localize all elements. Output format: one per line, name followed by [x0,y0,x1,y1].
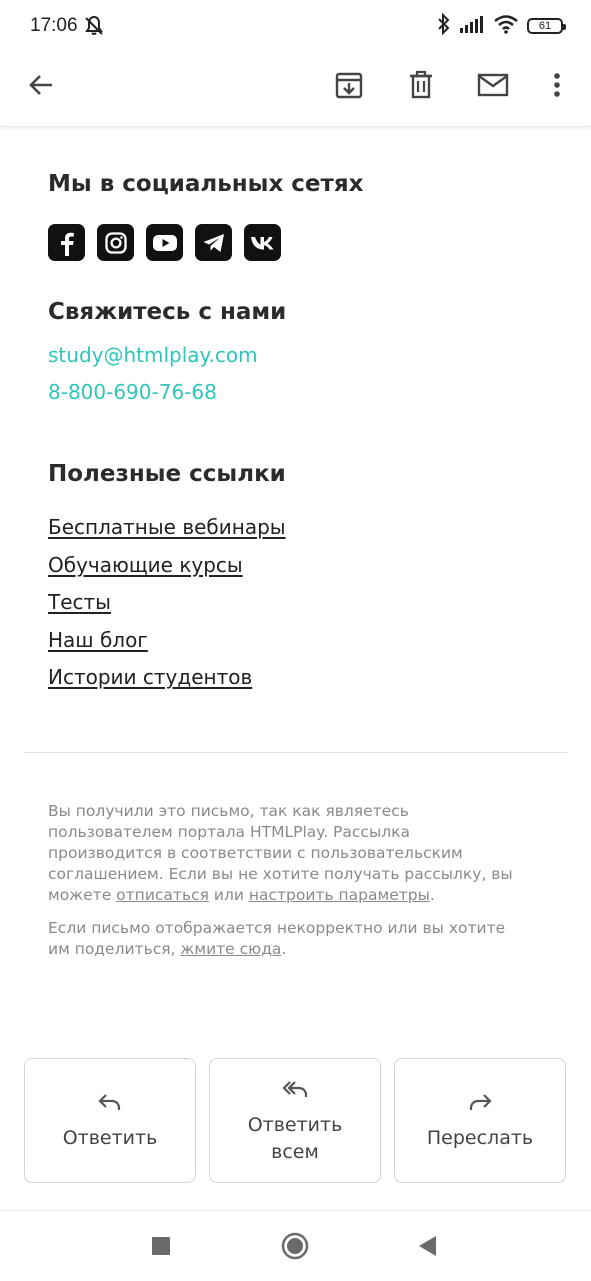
delete-icon[interactable] [404,68,438,102]
link-tests[interactable]: Тесты [48,590,111,614]
reply-all-label: Ответить всем [248,1112,343,1166]
contact-heading: Свяжитесь с нами [48,299,287,325]
list-item: Истории студентов [48,665,286,703]
footer-divider [24,752,567,753]
list-item: Наш блог [48,628,286,666]
view-online-link[interactable]: жмите сюда [180,940,281,958]
settings-link[interactable]: настроить параметры [249,886,430,904]
muted-bell-icon [82,14,106,38]
list-item: Тесты [48,590,286,628]
notice-period: . [429,886,435,904]
social-heading: Мы в социальных сетях [48,171,364,197]
vk-icon[interactable] [244,224,281,261]
recents-square-icon[interactable] [146,1231,176,1261]
view-online-period: . [281,940,287,958]
status-bar: 17:06 61 [0,0,591,52]
reply-label: Ответить [62,1127,158,1149]
battery-level: 61 [538,20,552,32]
reply-all-label-line1: Ответить [247,1113,343,1136]
reply-icon [98,1094,121,1110]
system-nav-bar [0,1210,591,1281]
instagram-icon[interactable] [97,224,134,261]
telegram-icon[interactable] [195,224,232,261]
back-arrow-icon[interactable] [24,68,58,102]
wifi-icon [493,14,519,39]
link-student-stories[interactable]: Истории студентов [48,665,252,689]
useful-links-heading: Полезные ссылки [48,461,286,487]
reply-button[interactable]: Ответить [24,1058,196,1183]
link-courses[interactable]: Обучающие курсы [48,553,243,577]
archive-icon[interactable] [332,68,366,102]
link-free-webinars[interactable]: Бесплатные вебинары [48,515,286,539]
signal-icon [459,14,485,39]
status-icons: 61 [437,12,566,40]
social-links [48,224,281,261]
email-footer: Вы получили это письмо, так как являетес… [48,801,528,960]
view-online-notice: Если письмо отображается некорректно или… [48,918,528,960]
email-toolbar [0,52,591,127]
notice-or: или [208,886,249,904]
reply-all-label-line2: всем [271,1140,319,1163]
more-vert-icon[interactable] [540,68,574,102]
forward-label: Переслать [426,1127,534,1149]
mark-unread-icon[interactable] [476,68,510,102]
status-time: 17:06 [30,15,78,36]
unsubscribe-notice: Вы получили это письмо, так как являетес… [48,801,528,906]
reply-all-button[interactable]: Ответить всем [209,1058,381,1183]
link-blog[interactable]: Наш блог [48,628,148,652]
battery-icon: 61 [527,18,566,34]
contact-email-link[interactable]: study@htmlplay.com [48,343,258,367]
reply-actions: Ответить Ответить всем Переслать [24,1058,567,1183]
reply-all-icon [282,1080,308,1097]
forward-button[interactable]: Переслать [394,1058,566,1183]
list-item: Бесплатные вебинары [48,515,286,553]
home-circle-icon[interactable] [280,1231,310,1261]
forward-icon [469,1094,492,1110]
unsubscribe-link[interactable]: отписаться [116,886,209,904]
facebook-icon[interactable] [48,224,85,261]
youtube-icon[interactable] [146,224,183,261]
bluetooth-icon [437,12,451,40]
list-item: Обучающие курсы [48,553,286,591]
useful-links-list: Бесплатные вебинары Обучающие курсы Тест… [48,515,286,703]
back-triangle-icon[interactable] [412,1231,442,1261]
contact-phone-link[interactable]: 8-800-690-76-68 [48,380,217,404]
